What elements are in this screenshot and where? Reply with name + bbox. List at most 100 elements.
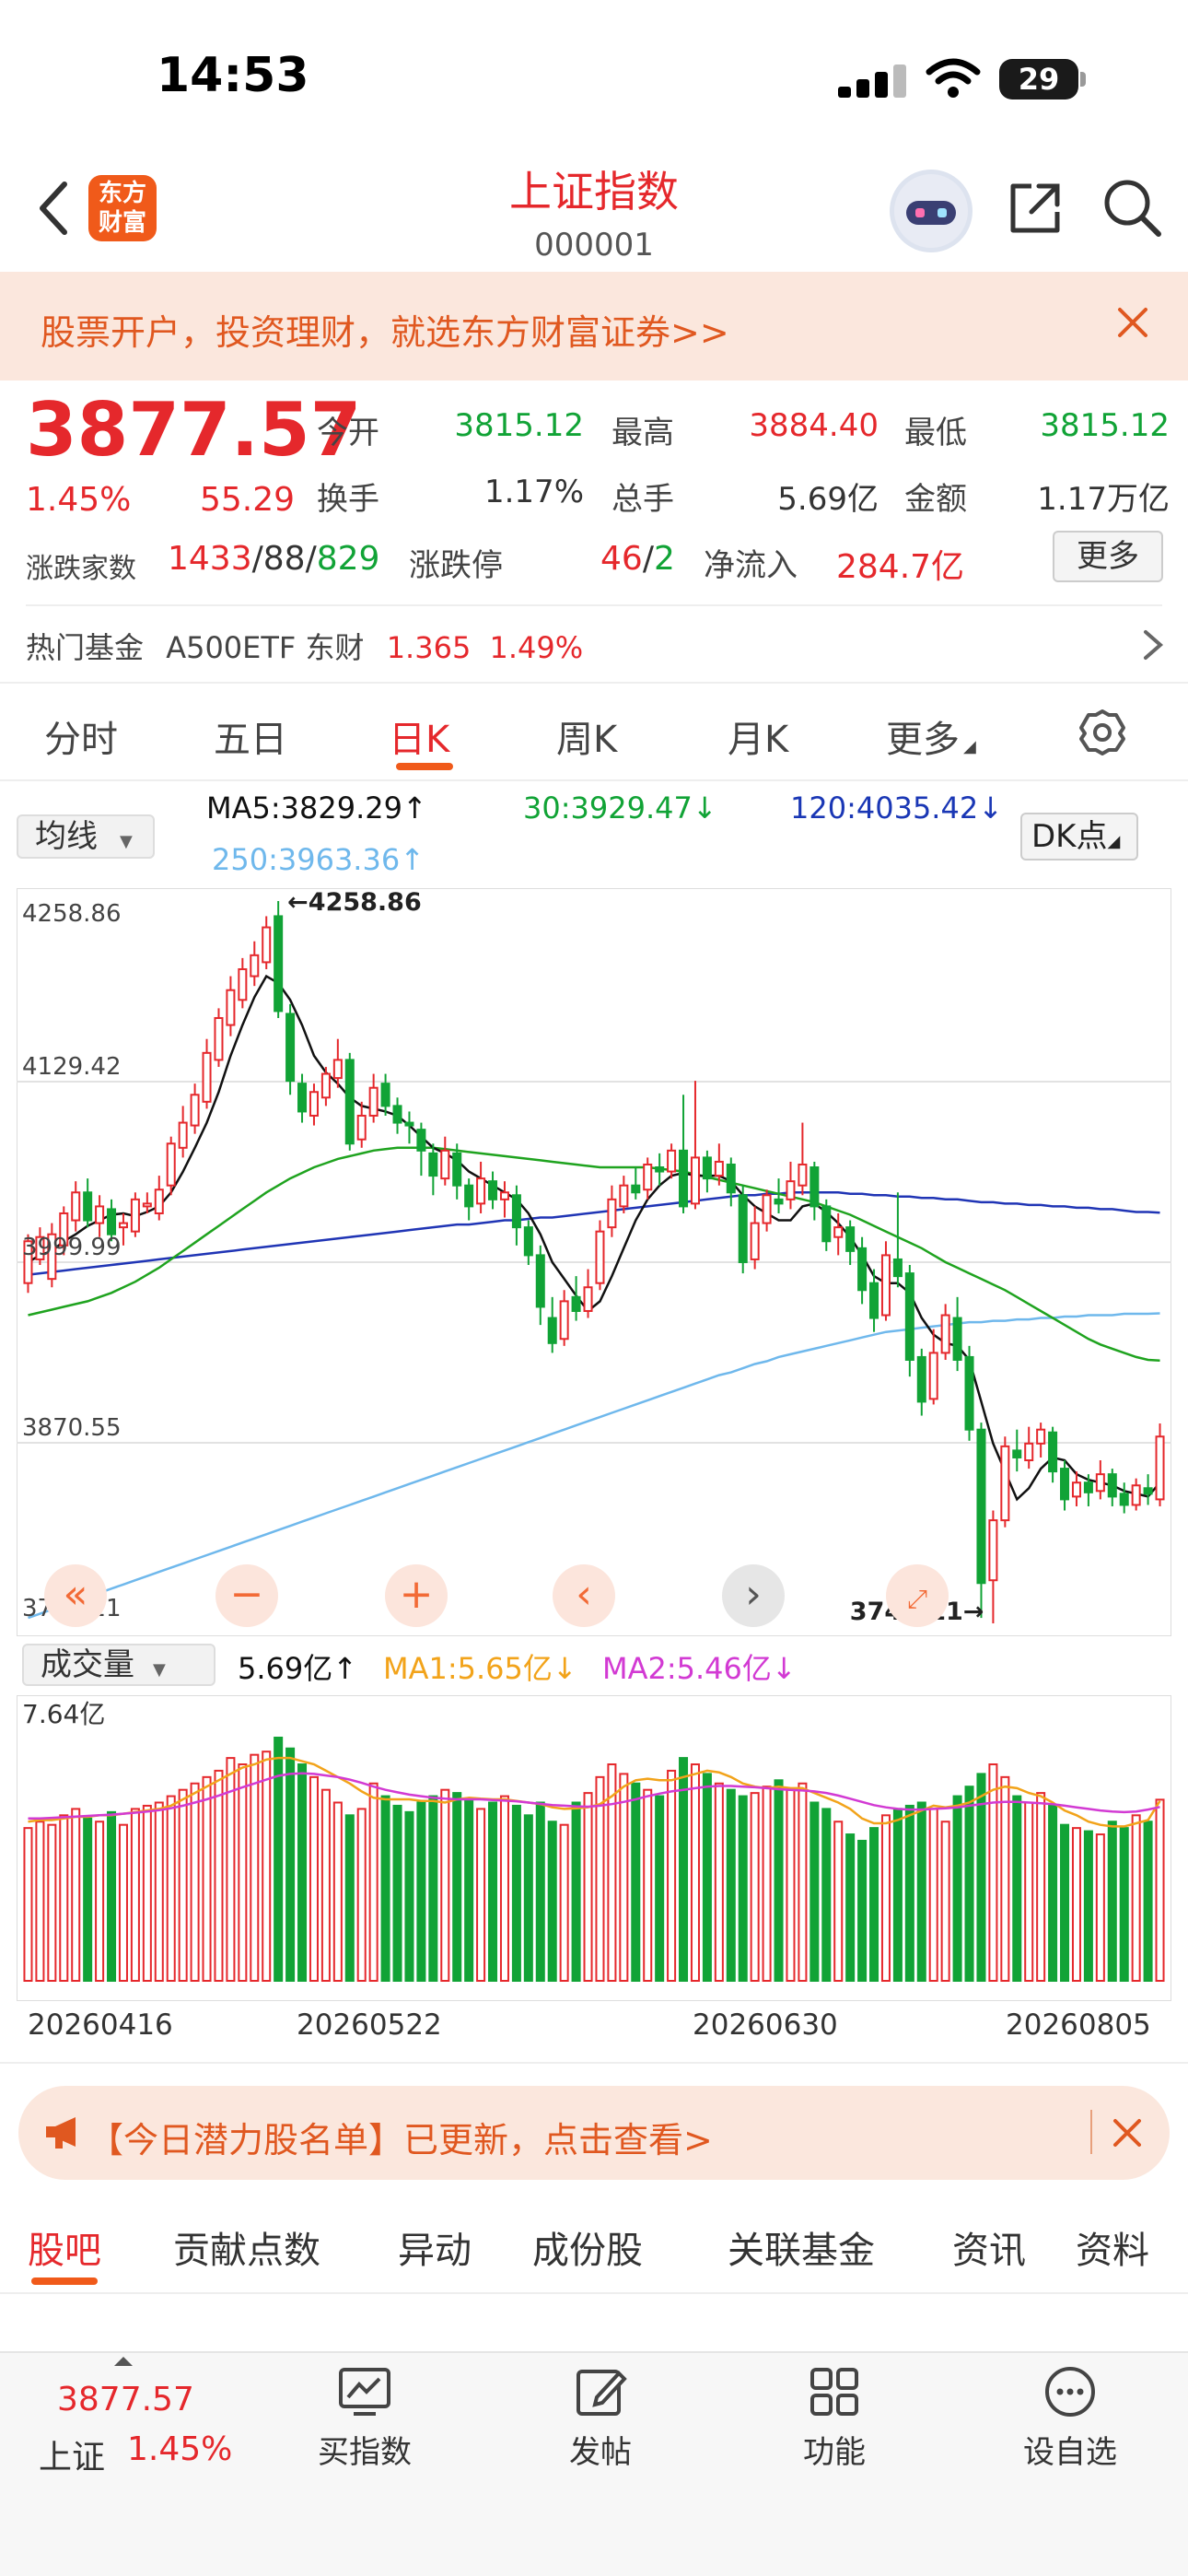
- candle-body: [297, 1083, 308, 1113]
- hot-fund-row[interactable]: 热门基金 A500ETF 东财 1.365 1.49%: [26, 625, 583, 667]
- scroll-left-button[interactable]: ‹: [553, 1564, 615, 1627]
- tab-contribution[interactable]: 贡献点数: [173, 2220, 320, 2274]
- volume-bar: [714, 1782, 724, 1983]
- volume-bar: [59, 1814, 69, 1982]
- dk-point-button[interactable]: DK点◢: [1020, 813, 1138, 861]
- y-tick-label: 4258.86: [22, 900, 122, 928]
- date-label: 20260630: [693, 2008, 838, 2042]
- gear-icon[interactable]: [1077, 708, 1127, 757]
- caret-up-icon[interactable]: [112, 2355, 134, 2368]
- robot-assistant-icon[interactable]: [890, 170, 973, 252]
- divider: [26, 604, 1162, 606]
- candle-body: [964, 1355, 974, 1431]
- candle-body: [869, 1282, 879, 1319]
- candle-body: [726, 1163, 736, 1194]
- volume-bar: [809, 1801, 820, 1983]
- candle-body: [166, 1142, 176, 1187]
- share-icon[interactable]: [1006, 179, 1065, 238]
- volume-bar: [274, 1737, 284, 1982]
- search-icon[interactable]: [1101, 177, 1162, 238]
- volume-chart[interactable]: 7.64亿: [17, 1695, 1171, 2001]
- candle-body: [774, 1198, 784, 1205]
- more-dots-icon[interactable]: [1042, 2364, 1098, 2419]
- volume-bar: [297, 1763, 308, 1982]
- scroll-left-fast-button[interactable]: «: [44, 1564, 107, 1627]
- volume-bar: [535, 1801, 545, 1983]
- toolbar-index-pct[interactable]: 1.45%: [127, 2430, 232, 2468]
- notice-text[interactable]: 【今日潜力股名单】已更新，点击查看>: [88, 2112, 713, 2162]
- volume-bar: [869, 1827, 879, 1982]
- active-tab-indicator: [396, 763, 453, 770]
- more-button[interactable]: 更多: [1053, 531, 1163, 582]
- volume-bar: [892, 1808, 903, 1983]
- edit-icon[interactable]: [573, 2364, 628, 2419]
- volume-bar: [142, 1804, 152, 1982]
- buy-index-button[interactable]: 买指数: [291, 2427, 438, 2472]
- indicator-selector[interactable]: 成交量 ▼: [22, 1644, 215, 1686]
- tab-guba[interactable]: 股吧: [28, 2220, 101, 2274]
- candle-body: [380, 1083, 390, 1107]
- chevron-right-icon[interactable]: [1140, 626, 1166, 663]
- volume-bar: [118, 1823, 128, 1982]
- candle-body: [202, 1051, 212, 1103]
- tab-news[interactable]: 资讯: [952, 2220, 1026, 2274]
- functions-button[interactable]: 功能: [761, 2427, 908, 2472]
- tab-more[interactable]: 更多 ◢: [886, 709, 976, 763]
- toolbar-index-name[interactable]: 上证: [39, 2430, 105, 2478]
- volume-value: 5.69亿: [777, 481, 879, 518]
- zoom-in-button[interactable]: +: [385, 1564, 448, 1627]
- candle-body: [1000, 1445, 1010, 1522]
- apps-grid-icon[interactable]: [807, 2364, 862, 2419]
- volume-bar: [1143, 1821, 1153, 1982]
- tab-movement[interactable]: 异动: [398, 2220, 472, 2274]
- ma-selector[interactable]: 均线 ▼: [17, 814, 155, 859]
- candle-body: [332, 1059, 343, 1080]
- close-icon[interactable]: [1112, 302, 1153, 343]
- candle-body: [786, 1180, 796, 1200]
- volume-bar: [464, 1798, 474, 1982]
- scroll-right-button[interactable]: ›: [722, 1564, 785, 1627]
- candle-body: [1095, 1473, 1105, 1493]
- chart-board-icon[interactable]: [337, 2364, 392, 2419]
- tab-weekly-k[interactable]: 周K: [556, 709, 617, 763]
- tab-constituents[interactable]: 成份股: [532, 2220, 643, 2274]
- volume-bar: [1071, 1827, 1081, 1982]
- candle-body: [285, 1013, 296, 1083]
- volume-bar: [928, 1808, 938, 1983]
- volume-bar: [619, 1773, 629, 1982]
- volume-bar: [320, 1788, 331, 1983]
- candle-body: [821, 1205, 832, 1243]
- volume-bar: [667, 1769, 677, 1982]
- volume-bar: [95, 1821, 105, 1982]
- volume-bar: [392, 1804, 402, 1982]
- volume-bar: [344, 1814, 355, 1982]
- zoom-out-button[interactable]: −: [215, 1564, 278, 1627]
- date-label: 20260805: [1006, 2008, 1151, 2042]
- kline-chart[interactable]: 4258.864129.423999.993870.553741.11←4258…: [17, 888, 1171, 1636]
- limit-values: 46/2: [600, 540, 675, 578]
- divider: [0, 779, 1188, 781]
- candle-body: [130, 1198, 140, 1233]
- promo-text[interactable]: 股票开户，投资理财，就选东方财富证券>>: [41, 304, 729, 355]
- tab-timeshare[interactable]: 分时: [44, 709, 118, 763]
- candle-body: [118, 1222, 128, 1229]
- candle-body: [571, 1295, 581, 1312]
- close-icon[interactable]: [1110, 2115, 1145, 2150]
- candle-body: [880, 1254, 891, 1317]
- volume-bar: [702, 1773, 712, 1982]
- candle-body: [1024, 1442, 1034, 1461]
- post-button[interactable]: 发帖: [527, 2427, 674, 2472]
- candle-body: [428, 1152, 438, 1177]
- tab-related-funds[interactable]: 关联基金: [728, 2220, 875, 2274]
- tab-monthly-k[interactable]: 月K: [728, 709, 788, 763]
- tab-five-day[interactable]: 五日: [214, 709, 287, 763]
- volume-bar: [1012, 1795, 1022, 1983]
- volume-bar: [511, 1804, 521, 1982]
- tab-daily-k[interactable]: 日K: [389, 709, 449, 763]
- fullscreen-button[interactable]: ⤢: [886, 1564, 949, 1627]
- toolbar-index-price[interactable]: 3877.57: [57, 2381, 194, 2418]
- add-watchlist-button[interactable]: 设自选: [996, 2427, 1144, 2472]
- volume-bar: [655, 1795, 665, 1983]
- tab-profile[interactable]: 资料: [1076, 2220, 1149, 2274]
- candle-body: [416, 1129, 426, 1152]
